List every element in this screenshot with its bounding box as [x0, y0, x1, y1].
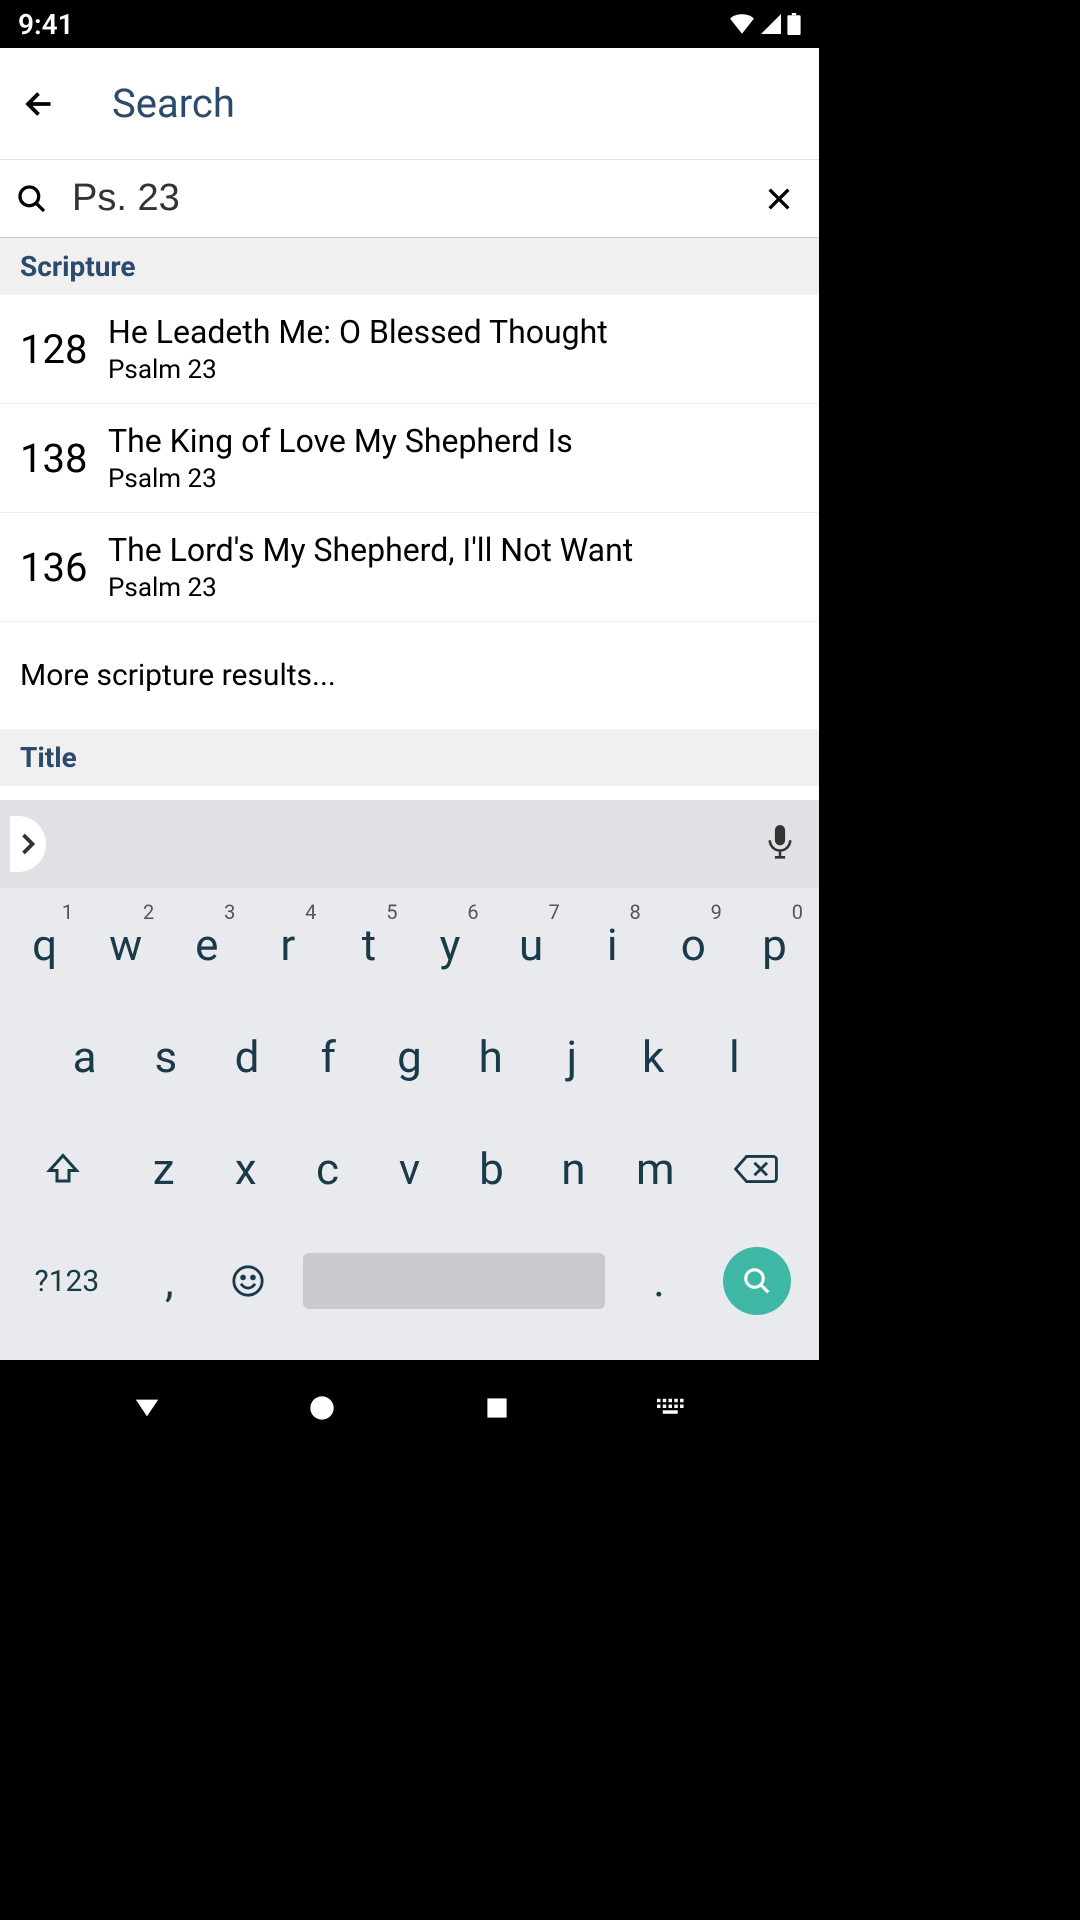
search-row — [0, 160, 819, 238]
arrow-left-icon — [22, 86, 58, 122]
result-title: He Leadeth Me: O Blessed Thought — [108, 313, 799, 351]
list-item[interactable]: 136 The Lord's My Shepherd, I'll Not Wan… — [0, 513, 819, 622]
key-search[interactable] — [701, 1232, 813, 1330]
clear-button[interactable] — [755, 175, 803, 223]
nav-keyboard-toggle[interactable] — [642, 1378, 702, 1438]
key-j[interactable]: j — [533, 1008, 610, 1106]
result-subtitle: Psalm 23 — [108, 464, 799, 494]
key-emoji[interactable] — [211, 1232, 286, 1330]
close-icon — [763, 183, 795, 215]
back-button[interactable] — [16, 80, 64, 128]
key-c[interactable]: c — [289, 1120, 367, 1218]
square-icon — [485, 1396, 509, 1420]
nav-back[interactable] — [117, 1378, 177, 1438]
app-bar: Search — [0, 48, 819, 160]
emoji-icon — [231, 1264, 265, 1298]
keyboard-icon — [657, 1398, 687, 1418]
key-b[interactable]: b — [452, 1120, 530, 1218]
search-input[interactable] — [56, 177, 755, 220]
result-number: 128 — [20, 326, 108, 373]
section-header-scripture: Scripture — [0, 238, 819, 295]
key-period[interactable]: . — [622, 1232, 697, 1330]
nav-recent[interactable] — [467, 1378, 527, 1438]
key-l[interactable]: l — [696, 1008, 773, 1106]
wifi-icon — [729, 14, 755, 34]
key-f[interactable]: f — [290, 1008, 367, 1106]
key-backspace[interactable] — [698, 1120, 813, 1218]
key-x[interactable]: x — [207, 1120, 285, 1218]
key-h[interactable]: h — [452, 1008, 529, 1106]
key-space[interactable] — [290, 1232, 618, 1330]
result-number: 136 — [20, 544, 108, 591]
key-v[interactable]: v — [371, 1120, 449, 1218]
shift-icon — [45, 1151, 81, 1187]
key-y[interactable]: 6y — [412, 896, 489, 994]
section-header-title: Title — [0, 729, 819, 786]
key-g[interactable]: g — [371, 1008, 448, 1106]
circle-icon — [309, 1395, 335, 1421]
keyboard: 1q2w3e4r5t6y7u8i9o0p asdfghjkl zxcvbnm ?… — [0, 800, 819, 1360]
key-k[interactable]: k — [615, 1008, 692, 1106]
triangle-down-icon — [133, 1394, 161, 1422]
backspace-icon — [734, 1153, 778, 1185]
status-icons — [729, 13, 801, 35]
key-s[interactable]: s — [127, 1008, 204, 1106]
keyboard-suggestion-bar — [0, 800, 819, 888]
key-p[interactable]: 0p — [736, 896, 813, 994]
key-e[interactable]: 3e — [168, 896, 245, 994]
key-d[interactable]: d — [208, 1008, 285, 1106]
key-shift[interactable] — [6, 1120, 121, 1218]
battery-icon — [787, 13, 801, 35]
key-u[interactable]: 7u — [493, 896, 570, 994]
page-title: Search — [112, 80, 235, 127]
result-number: 138 — [20, 435, 108, 482]
search-icon — [742, 1266, 772, 1296]
key-w[interactable]: 2w — [87, 896, 164, 994]
cell-icon — [761, 14, 781, 34]
key-o[interactable]: 9o — [655, 896, 732, 994]
status-time: 9:41 — [18, 8, 74, 41]
key-i[interactable]: 8i — [574, 896, 651, 994]
result-title: The Lord's My Shepherd, I'll Not Want — [108, 531, 799, 569]
more-scripture-link[interactable]: More scripture results... — [0, 622, 819, 729]
key-n[interactable]: n — [534, 1120, 612, 1218]
search-icon — [16, 183, 56, 215]
key-t[interactable]: 5t — [330, 896, 407, 994]
key-r[interactable]: 4r — [249, 896, 326, 994]
key-m[interactable]: m — [616, 1120, 694, 1218]
list-item[interactable]: 138 The King of Love My Shepherd Is Psal… — [0, 404, 819, 513]
status-bar: 9:41 — [0, 0, 819, 48]
keyboard-expand-button[interactable] — [10, 816, 46, 872]
chevron-right-icon — [20, 832, 36, 856]
result-subtitle: Psalm 23 — [108, 573, 799, 603]
mic-icon — [767, 825, 793, 859]
nav-bar — [0, 1360, 819, 1456]
key-q[interactable]: 1q — [6, 896, 83, 994]
result-title: The King of Love My Shepherd Is — [108, 422, 799, 460]
result-subtitle: Psalm 23 — [108, 355, 799, 385]
list-item[interactable]: 128 He Leadeth Me: O Blessed Thought Psa… — [0, 295, 819, 404]
key-z[interactable]: z — [125, 1120, 203, 1218]
key-comma[interactable]: , — [132, 1232, 207, 1330]
keyboard-mic-button[interactable] — [767, 825, 793, 863]
key-symbols[interactable]: ?123 — [6, 1232, 128, 1330]
key-a[interactable]: a — [46, 1008, 123, 1106]
nav-home[interactable] — [292, 1378, 352, 1438]
